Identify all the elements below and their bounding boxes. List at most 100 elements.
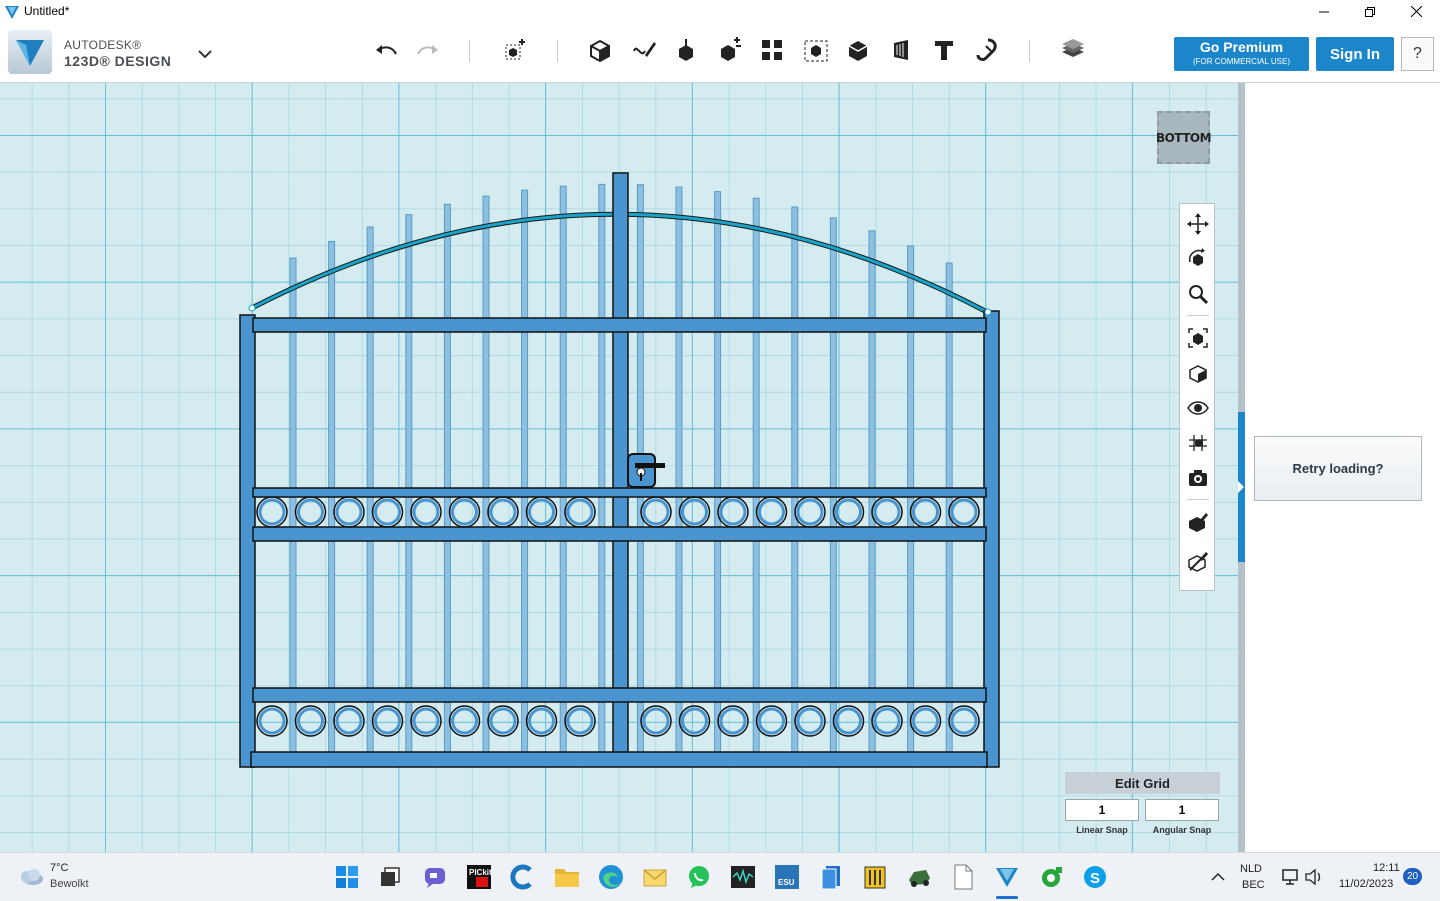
help-button[interactable]: ?	[1401, 37, 1434, 71]
documents-app[interactable]	[816, 862, 846, 892]
gate-ring-inner	[835, 498, 862, 526]
language-indicator[interactable]: NLD	[1240, 863, 1262, 875]
modify-tool[interactable]	[715, 35, 745, 65]
gate-ring-inner	[642, 707, 670, 735]
edge-app[interactable]	[596, 862, 626, 892]
weather-description[interactable]: Bewolkt	[50, 878, 89, 890]
orbit-button[interactable]	[1184, 245, 1212, 273]
restore-button[interactable]	[1347, 0, 1393, 23]
grouping-tool[interactable]	[801, 35, 831, 65]
material-view-button[interactable]	[1184, 508, 1212, 536]
gate-picket	[443, 203, 451, 753]
tools-app[interactable]	[860, 862, 890, 892]
measure-tool[interactable]	[886, 35, 916, 65]
construct-tool[interactable]	[671, 35, 701, 65]
gate-model[interactable]	[0, 83, 1238, 852]
keyboard-layout[interactable]: BEC	[1242, 879, 1265, 891]
weather-temperature[interactable]: 7°C	[50, 862, 68, 874]
blank-document-app[interactable]	[948, 862, 978, 892]
start-button[interactable]	[332, 862, 362, 892]
combine-tool[interactable]	[843, 35, 873, 65]
vehicle-icon	[909, 870, 930, 887]
edit-grid-button[interactable]: Edit Grid	[1065, 772, 1220, 794]
speaker-icon	[1305, 868, 1321, 886]
outline-icon	[1188, 552, 1208, 572]
windows-start-icon	[336, 866, 358, 888]
123d-design-app[interactable]	[992, 862, 1022, 892]
text-tool[interactable]	[929, 35, 959, 65]
app-logo-icon	[5, 6, 19, 19]
pattern-tool[interactable]	[757, 35, 787, 65]
go-premium-button[interactable]: Go Premium (FOR COMMERCIAL USE)	[1174, 37, 1309, 71]
ccleaner-app[interactable]	[508, 862, 538, 892]
teams-chat-button[interactable]	[420, 862, 450, 892]
svg-text:ESU: ESU	[778, 878, 795, 887]
gate-ring-inner	[950, 498, 978, 526]
skype-app[interactable]: S	[1080, 862, 1110, 892]
angular-snap-input[interactable]: 1	[1145, 799, 1219, 821]
gate-ring-inner	[412, 498, 440, 526]
undo-button[interactable]	[371, 35, 401, 65]
green-app[interactable]	[1036, 862, 1066, 892]
cloudy-weather-icon[interactable]	[17, 867, 45, 887]
notification-badge[interactable]: 20	[1403, 868, 1422, 885]
blank-file-icon	[954, 864, 973, 890]
outline-view-button[interactable]	[1184, 547, 1212, 575]
visibility-button[interactable]	[1184, 394, 1212, 422]
gate-ring-inner	[528, 498, 555, 526]
redo-button[interactable]	[413, 35, 443, 65]
gate-ring-inner	[566, 707, 594, 735]
gate-ring-inner	[374, 498, 401, 526]
chat-icon	[425, 868, 445, 888]
whatsapp-app[interactable]	[684, 862, 714, 892]
app-menu-button[interactable]	[8, 30, 52, 74]
view-cube[interactable]: BOTTOM	[1156, 111, 1212, 164]
snap-tool[interactable]	[972, 35, 1002, 65]
sketch-tool[interactable]	[629, 35, 659, 65]
materials-tool[interactable]	[1058, 35, 1088, 65]
close-button[interactable]	[1393, 0, 1439, 23]
snapshot-button[interactable]	[1184, 464, 1212, 492]
gate-picket	[598, 183, 606, 753]
123d-design-icon	[996, 868, 1018, 887]
vehicle-app[interactable]	[904, 862, 934, 892]
clock-time[interactable]: 12:11	[1373, 862, 1400, 874]
3d-viewport[interactable]	[0, 83, 1238, 852]
grid-toggle-button[interactable]	[1184, 429, 1212, 457]
ccleaner-icon	[510, 864, 532, 890]
side-panel-toggle[interactable]	[1238, 412, 1245, 562]
gate-picket	[521, 189, 529, 753]
pan-button[interactable]	[1184, 210, 1212, 238]
zoom-button[interactable]	[1184, 280, 1212, 308]
gate-ring-inner	[489, 707, 517, 735]
esu-app[interactable]: ESU	[772, 862, 802, 892]
fit-button[interactable]	[1184, 324, 1212, 352]
pickit-app[interactable]: PICkit	[464, 862, 494, 892]
primitives-tool[interactable]	[585, 35, 615, 65]
show-hidden-icons-button[interactable]	[1203, 862, 1233, 892]
volume-button[interactable]	[1299, 862, 1329, 892]
file-explorer-app[interactable]	[552, 862, 582, 892]
minimize-button[interactable]	[1301, 0, 1347, 23]
window-title: Untitled*	[24, 4, 70, 18]
views-button[interactable]	[1184, 359, 1212, 387]
linear-snap-input[interactable]: 1	[1065, 799, 1139, 821]
construct-icon	[679, 39, 693, 61]
gate-ring-inner	[681, 707, 708, 735]
app-menu-chevron[interactable]	[196, 47, 214, 61]
gate-latch	[627, 453, 665, 488]
task-view-button[interactable]	[375, 862, 405, 892]
transform-tool[interactable]	[500, 35, 530, 65]
clock-date[interactable]: 11/02/2023	[1339, 878, 1393, 890]
measure-icon	[894, 40, 908, 60]
retry-loading-button[interactable]: Retry loading?	[1254, 436, 1422, 501]
gate-ring-inner	[374, 707, 401, 735]
active-app-indicator	[996, 896, 1018, 899]
audio-app[interactable]	[728, 862, 758, 892]
gate-picket	[829, 217, 837, 753]
mail-app[interactable]	[640, 862, 670, 892]
document-stack-icon	[821, 866, 840, 890]
gate-ring-inner	[681, 498, 708, 526]
orbit-icon	[1188, 248, 1205, 266]
sign-in-button[interactable]: Sign In	[1316, 37, 1394, 71]
